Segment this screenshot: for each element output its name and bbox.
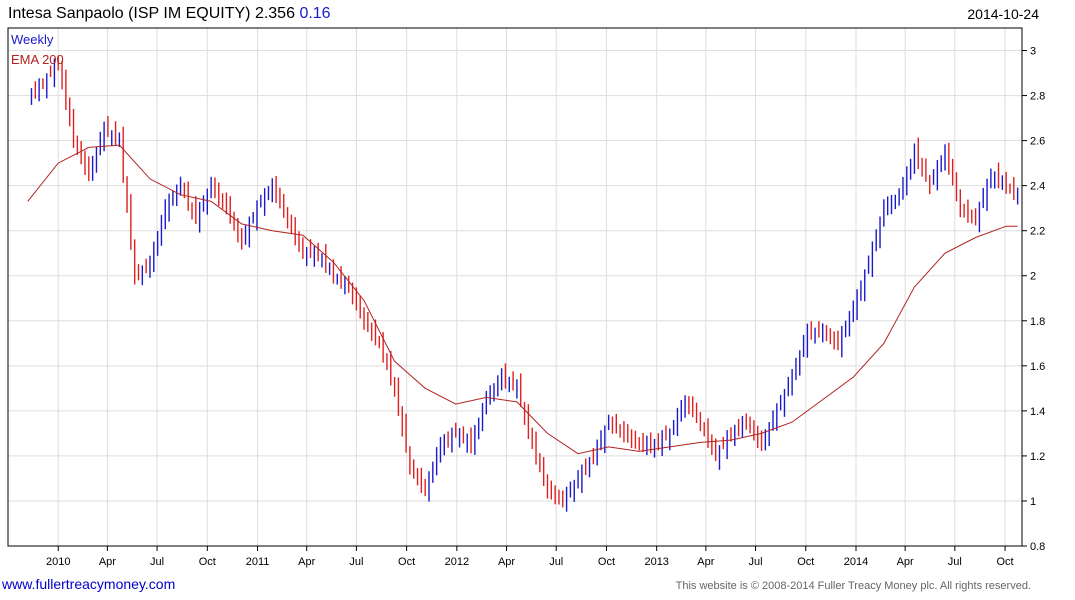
x-tick-label: 2013 (644, 556, 668, 568)
x-tick-label: Apr (697, 556, 714, 568)
x-tick-label: 2014 (844, 556, 868, 568)
legend-ema-200: EMA 200 (11, 52, 64, 67)
price-chart: 0.8 1 1.2 1.4 1.6 1.8 2 2.2 2.4 2.6 2.8 3 2010 Apr Jul… (7, 27, 1045, 568)
weekly-series-line (28, 62, 1018, 501)
weekly-bars (30, 55, 1019, 512)
y-tick-label: 1.8 (1030, 316, 1045, 328)
website-link[interactable]: www.fullertreacymoney.com (2, 576, 175, 592)
x-tick-label: Jul (749, 556, 763, 568)
x-tick-label: Oct (997, 556, 1014, 568)
x-tick-label: Oct (598, 556, 615, 568)
plot-frame (7, 27, 1023, 547)
x-tick-label: Apr (498, 556, 515, 568)
x-tick-label: Jul (349, 556, 363, 568)
x-tick-label: 2010 (46, 556, 70, 568)
y-tick-label: 2.8 (1030, 91, 1045, 103)
y-tick-label: 1 (1030, 496, 1036, 508)
y-tick-label: 1.2 (1030, 451, 1045, 463)
x-tick-label: Jul (948, 556, 962, 568)
x-tick-label: Apr (99, 556, 116, 568)
y-tick-label: 1.6 (1030, 361, 1045, 373)
x-tick-label: Oct (199, 556, 216, 568)
y-tick-label: 2.2 (1030, 226, 1045, 238)
x-tick-label: Oct (398, 556, 415, 568)
y-tick-label: 0.8 (1030, 541, 1045, 553)
x-tick-label: Apr (298, 556, 315, 568)
x-tick-label: Jul (150, 556, 164, 568)
grid-lines (8, 28, 1027, 551)
x-tick-label: Jul (549, 556, 563, 568)
x-tick-label: Apr (897, 556, 914, 568)
y-tick-label: 2.6 (1030, 136, 1045, 148)
y-tick-label: 2 (1030, 271, 1036, 283)
y-tick-label: 1.4 (1030, 406, 1045, 418)
legend-weekly: Weekly (11, 32, 54, 47)
x-tick-label: 2011 (246, 556, 270, 568)
y-tick-label: 2.4 (1030, 181, 1045, 193)
x-tick-label: Oct (797, 556, 814, 568)
copyright-notice: This website is © 2008-2014 Fuller Treac… (675, 580, 1031, 592)
x-tick-label: 2012 (445, 556, 469, 568)
y-tick-label: 3 (1030, 46, 1036, 58)
